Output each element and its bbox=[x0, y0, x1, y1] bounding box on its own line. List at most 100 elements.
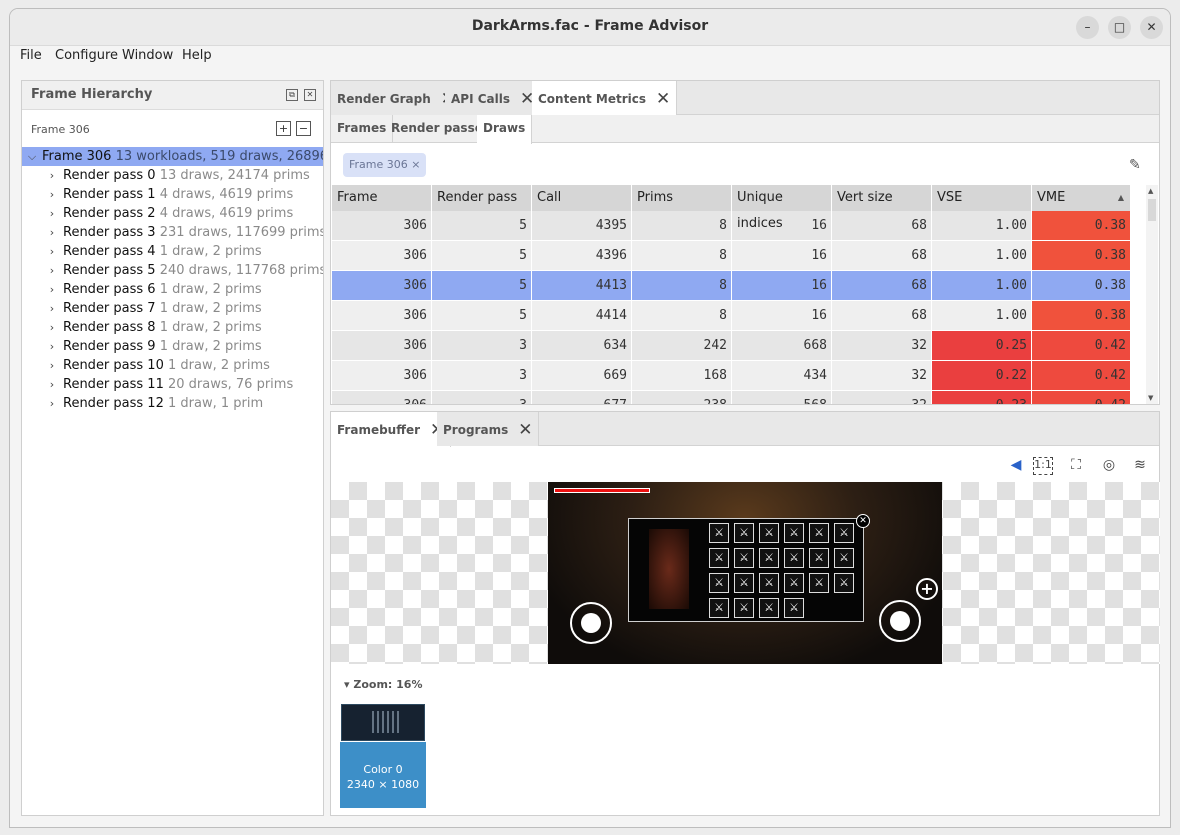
collapse-all-icon[interactable]: − bbox=[296, 121, 311, 136]
chevron-right-icon[interactable]: › bbox=[47, 166, 57, 185]
table-cell: 32 bbox=[832, 361, 932, 391]
attachment-card[interactable]: Color 0 2340 × 1080 bbox=[340, 742, 426, 808]
inventory-slot-icon: ⚔ bbox=[759, 548, 779, 568]
tree-item-render-pass[interactable]: › Render pass 3 231 draws, 117699 prims bbox=[22, 223, 323, 242]
table-cell: 8 bbox=[632, 301, 732, 331]
tree-item-render-pass[interactable]: › Render pass 12 1 draw, 1 prim bbox=[22, 394, 323, 413]
table-row[interactable]: 306 5 4414 8 16 68 1.00 0.38 bbox=[332, 301, 1131, 331]
tree-item-render-pass[interactable]: › Render pass 1 4 draws, 4619 prims bbox=[22, 185, 323, 204]
metrics-table-header: Frame Render pass Call Prims Unique indi… bbox=[332, 185, 1131, 231]
table-cell: 1.00 bbox=[932, 241, 1032, 271]
chevron-right-icon[interactable]: › bbox=[47, 280, 57, 299]
scrollbar-thumb[interactable] bbox=[1148, 199, 1156, 221]
chevron-right-icon[interactable]: › bbox=[47, 394, 57, 413]
col-prims[interactable]: Prims bbox=[632, 185, 732, 211]
zoom-label[interactable]: ▾ Zoom: 16% bbox=[344, 678, 422, 691]
table-row[interactable]: 3063677238568320.230.42 bbox=[332, 391, 1131, 404]
tree-item-render-pass[interactable]: › Render pass 4 1 draw, 2 prims bbox=[22, 242, 323, 261]
table-row[interactable]: 306 5 4395 8 16 68 1.00 0.38 bbox=[332, 211, 1131, 241]
chevron-right-icon[interactable]: › bbox=[47, 299, 57, 318]
chevron-down-icon[interactable]: ⌵ bbox=[27, 147, 37, 166]
inventory-slot-icon: ⚔ bbox=[809, 523, 829, 543]
expand-all-icon[interactable]: + bbox=[276, 121, 291, 136]
subtab-frames[interactable]: Frames bbox=[331, 115, 394, 143]
layers-icon[interactable]: ≋ bbox=[1130, 457, 1150, 475]
tree-item-render-pass[interactable]: › Render pass 8 1 draw, 2 prims bbox=[22, 318, 323, 337]
fit-to-view-icon[interactable]: ⛶ bbox=[1066, 457, 1086, 475]
chevron-right-icon[interactable]: › bbox=[47, 261, 57, 280]
tree-item-render-pass[interactable]: › Render pass 6 1 draw, 2 prims bbox=[22, 280, 323, 299]
framebuffer-canvas[interactable]: ✕ ⚔ ⚔ ⚔ ⚔ ⚔ ⚔ ⚔ ⚔ ⚔ ⚔ ⚔ ⚔ ⚔ ⚔ ⚔ ⚔ ⚔ ⚔ ⚔ ⚔ ⚔ ⚔ + bbox=[331, 482, 1160, 664]
menu-help[interactable]: Help bbox=[182, 48, 212, 63]
col-frame[interactable]: Frame bbox=[332, 185, 432, 211]
table-cell: 306 bbox=[332, 241, 432, 271]
col-call[interactable]: Call bbox=[532, 185, 632, 211]
chevron-right-icon[interactable]: › bbox=[47, 204, 57, 223]
menu-file[interactable]: File bbox=[20, 48, 42, 63]
inventory-slot-icon: ⚔ bbox=[809, 548, 829, 568]
table-row[interactable]: 306 5 4413 8 16 68 1.00 0.38 bbox=[332, 271, 1131, 301]
tree-root-detail: 13 workloads, 519 draws, 268968 p bbox=[115, 149, 323, 164]
tab-api-calls[interactable]: API Calls ✕ bbox=[445, 81, 542, 115]
tab-content-metrics[interactable]: Content Metrics ✕ bbox=[532, 81, 678, 116]
tree-item-render-pass[interactable]: › Render pass 11 20 draws, 76 prims bbox=[22, 375, 323, 394]
maximize-button[interactable]: □ bbox=[1108, 16, 1131, 39]
menu-window[interactable]: Window bbox=[122, 48, 173, 63]
table-cell: 68 bbox=[832, 271, 932, 301]
tree-item-render-pass[interactable]: › Render pass 9 1 draw, 2 prims bbox=[22, 337, 323, 356]
tree-item-render-pass[interactable]: › Render pass 7 1 draw, 2 prims bbox=[22, 299, 323, 318]
col-vse[interactable]: VSE bbox=[932, 185, 1032, 211]
col-vert-size[interactable]: Vert size bbox=[832, 185, 932, 211]
close-icon[interactable]: ✕ bbox=[518, 420, 532, 440]
character-figure bbox=[649, 529, 689, 609]
edit-columns-icon[interactable]: ✎ bbox=[1129, 157, 1149, 173]
chevron-right-icon[interactable]: › bbox=[47, 185, 57, 204]
chevron-right-icon[interactable]: › bbox=[47, 318, 57, 337]
scroll-down-icon[interactable]: ▼ bbox=[1148, 394, 1153, 402]
close-icon[interactable]: ✕ bbox=[656, 89, 670, 109]
inventory-slot-icon: ⚔ bbox=[784, 598, 804, 618]
framebuffer-panel: Framebuffer✕ Programs✕ ◀ 1:1 ⛶ ◎ ≋ ✕ ⚔⚔⚔… bbox=[330, 411, 1160, 816]
minimize-button[interactable]: – bbox=[1076, 16, 1099, 39]
tab-framebuffer[interactable]: Framebuffer✕ bbox=[331, 412, 452, 447]
close-window-button[interactable]: ✕ bbox=[1140, 16, 1163, 39]
chevron-right-icon[interactable]: › bbox=[47, 223, 57, 242]
tree-item-render-pass[interactable]: › Render pass 0 13 draws, 24174 prims bbox=[22, 166, 323, 185]
table-row[interactable]: 306 3 634 242 668 32 0.25 0.42 bbox=[332, 331, 1131, 361]
tab-programs[interactable]: Programs ✕ bbox=[437, 412, 540, 446]
close-panel-icon[interactable]: ✕ bbox=[304, 89, 316, 101]
table-row[interactable]: 306 5 4396 8 16 68 1.00 0.38 bbox=[332, 241, 1131, 271]
menu-configure[interactable]: Configure bbox=[55, 48, 118, 63]
tree-item-render-pass[interactable]: › Render pass 5 240 draws, 117768 prims bbox=[22, 261, 323, 280]
chevron-right-icon[interactable]: › bbox=[47, 242, 57, 261]
frame-hierarchy-subtitle: Frame 306 bbox=[31, 123, 90, 136]
subtab-draws[interactable]: Draws bbox=[477, 115, 533, 144]
scroll-up-icon[interactable]: ▲ bbox=[1148, 187, 1153, 195]
col-render-pass[interactable]: Render pass bbox=[432, 185, 532, 211]
title-bar: DarkArms.fac - Frame Advisor – □ ✕ bbox=[10, 9, 1170, 46]
tree-root-label: Frame 306 bbox=[42, 149, 112, 164]
attachment-thumbnail[interactable] bbox=[341, 704, 425, 741]
col-unique-indices[interactable]: Unique indices bbox=[732, 185, 832, 231]
inventory-slot-icon: ⚔ bbox=[709, 548, 729, 568]
chevron-right-icon[interactable]: › bbox=[47, 356, 57, 375]
table-scrollbar[interactable]: ▲ ▼ bbox=[1146, 185, 1158, 404]
inventory-overlay: ✕ ⚔ ⚔ ⚔ ⚔ ⚔ ⚔ ⚔ ⚔ ⚔ ⚔ ⚔ ⚔ ⚔ ⚔ ⚔ ⚔ ⚔ ⚔ ⚔ ⚔ ⚔ ⚔ bbox=[628, 514, 870, 622]
undock-icon[interactable]: ⧉ bbox=[286, 89, 298, 101]
tree-root-frame[interactable]: ⌵ Frame 306 13 workloads, 519 draws, 268… bbox=[22, 147, 323, 166]
tree-item-render-pass[interactable]: › Render pass 10 1 draw, 2 prims bbox=[22, 356, 323, 375]
table-row[interactable]: 306 3 669 168 434 32 0.22 0.42 bbox=[332, 361, 1131, 391]
chevron-right-icon[interactable]: › bbox=[47, 375, 57, 394]
chevron-right-icon[interactable]: › bbox=[47, 337, 57, 356]
inventory-slot-icon: ⚔ bbox=[709, 598, 729, 618]
overdraw-toggle-icon[interactable]: ◀ bbox=[1006, 457, 1026, 475]
tree-item-render-pass[interactable]: › Render pass 2 4 draws, 4619 prims bbox=[22, 204, 323, 223]
inventory-slot-icon: ⚔ bbox=[734, 598, 754, 618]
table-cell: 3 bbox=[432, 331, 532, 361]
frame-filter-chip[interactable]: Frame 306 × bbox=[343, 153, 427, 177]
add-icon: + bbox=[916, 578, 938, 600]
col-vme[interactable]: VME ▲ bbox=[1032, 185, 1131, 211]
wireframe-icon[interactable]: ◎ bbox=[1099, 457, 1119, 475]
actual-size-icon[interactable]: 1:1 bbox=[1033, 457, 1053, 475]
tab-render-graph[interactable]: Render Graph✕ bbox=[331, 81, 462, 115]
